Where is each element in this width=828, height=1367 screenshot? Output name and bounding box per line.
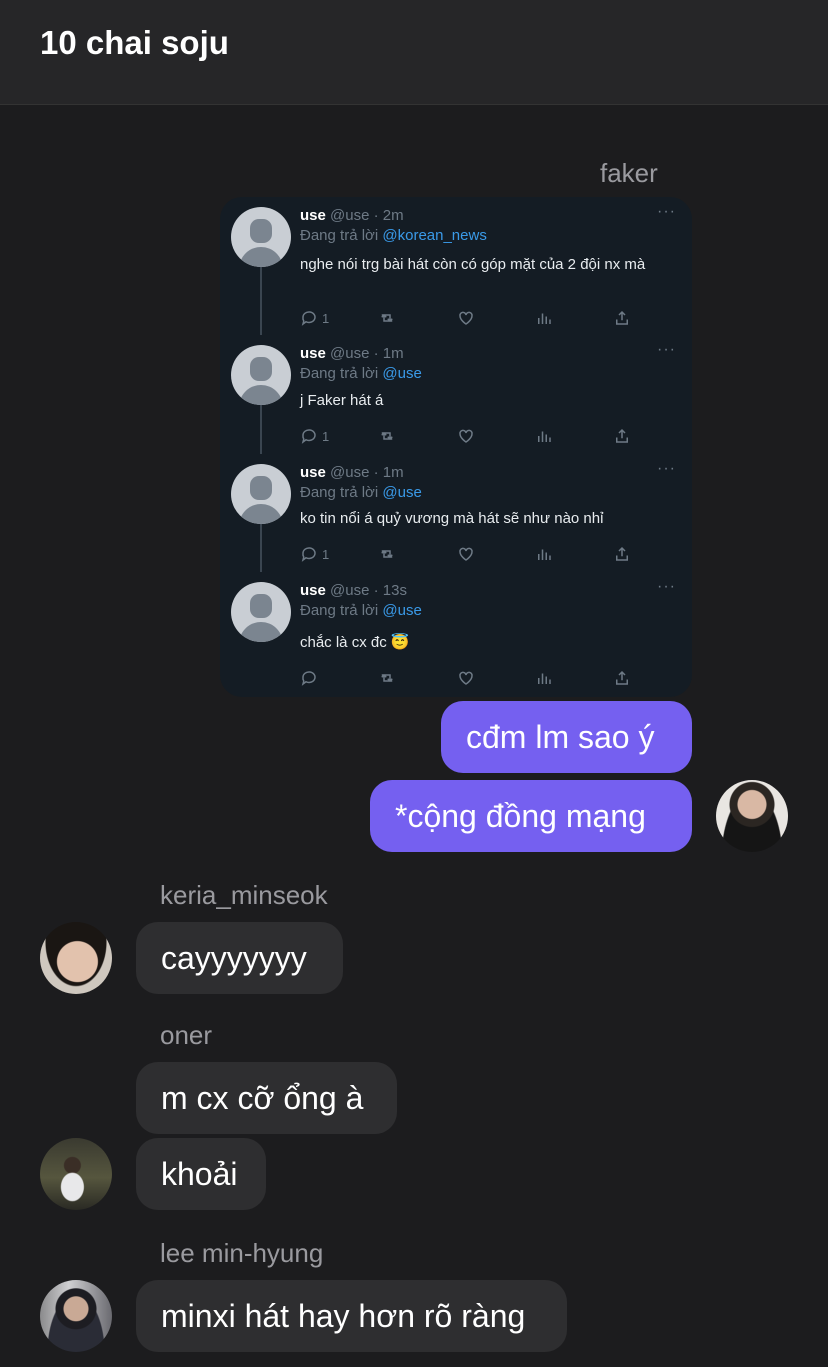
tweet-header: use @use · 1m [300,464,404,481]
sender-name-keria: keria_minseok [160,880,328,910]
tweet-header: use @use · 13s [300,582,407,599]
views-icon[interactable] [535,425,553,447]
tweet[interactable]: use @use · 13s ··· Đang trả lời @use chắ… [220,572,692,690]
tweet-actions: 1 [300,307,640,329]
tweet-actions: 1 [300,425,640,447]
retweet-icon[interactable] [378,307,396,329]
tweet[interactable]: use @use · 2m ··· Đang trả lời @korean_n… [220,197,692,326]
tweet-text: nghe nói trg bài hát còn có góp mặt của … [300,256,646,273]
default-avatar-icon [231,345,291,405]
share-icon[interactable] [613,307,631,329]
reply-icon[interactable]: 1 [300,543,329,565]
replying-to: Đang trả lời @korean_news [300,227,487,244]
tweet-text: ko tin nổi á quỷ vương mà hát sẽ như nào… [300,510,604,527]
share-icon[interactable] [613,667,631,689]
more-icon[interactable]: ··· [657,203,676,221]
replying-to: Đang trả lời @use [300,484,422,501]
avatar-oner[interactable] [40,1138,112,1210]
tweet[interactable]: use @use · 1m ··· Đang trả lời @use ko t… [220,454,692,572]
tweet[interactable]: use @use · 1m ··· Đang trả lời @use j Fa… [220,335,692,453]
message-bubble-incoming[interactable]: m cx cỡ ổng à [136,1062,397,1134]
retweet-icon[interactable] [378,425,396,447]
views-icon[interactable] [535,667,553,689]
message-bubble-outgoing[interactable]: cđm lm sao ý [441,701,692,773]
replying-to: Đang trả lời @use [300,602,422,619]
tweet-text: chắc là cx đc 😇 [300,634,410,651]
default-avatar-icon [231,464,291,524]
shared-tweet-thread[interactable]: use @use · 2m ··· Đang trả lời @korean_n… [220,197,692,697]
tweet-actions: 1 [300,543,640,565]
sender-name-lee-min-hyung: lee min-hyung [160,1238,324,1268]
more-icon[interactable]: ··· [657,578,676,596]
like-icon[interactable] [457,307,475,329]
sender-name-faker: faker [600,158,658,188]
views-icon[interactable] [535,307,553,329]
retweet-icon[interactable] [378,667,396,689]
reply-icon[interactable] [300,667,322,689]
tweet-text: j Faker hát á [300,392,384,409]
like-icon[interactable] [457,667,475,689]
chat-title[interactable]: 10 chai soju [40,24,229,62]
more-icon[interactable]: ··· [657,460,676,478]
sender-name-oner: oner [160,1020,213,1050]
tweet-header: use @use · 1m [300,345,404,362]
reply-icon[interactable]: 1 [300,425,329,447]
avatar-lee-min-hyung[interactable] [40,1280,112,1352]
like-icon[interactable] [457,425,475,447]
avatar-faker[interactable] [716,780,788,852]
avatar-keria[interactable] [40,922,112,994]
chat-header: 10 chai soju [0,0,828,105]
share-icon[interactable] [613,543,631,565]
views-icon[interactable] [535,543,553,565]
default-avatar-icon [231,582,291,642]
retweet-icon[interactable] [378,543,396,565]
message-bubble-incoming[interactable]: minxi hát hay hơn rõ ràng [136,1280,567,1352]
share-icon[interactable] [613,425,631,447]
tweet-actions [300,667,640,689]
message-bubble-outgoing[interactable]: *cộng đồng mạng [370,780,692,852]
message-bubble-incoming[interactable]: cayyyyyyy [136,922,343,994]
tweet-header: use @use · 2m [300,207,404,224]
like-icon[interactable] [457,543,475,565]
more-icon[interactable]: ··· [657,341,676,359]
default-avatar-icon [231,207,291,267]
reply-icon[interactable]: 1 [300,307,329,329]
replying-to: Đang trả lời @use [300,365,422,382]
message-bubble-incoming[interactable]: khoải [136,1138,266,1210]
